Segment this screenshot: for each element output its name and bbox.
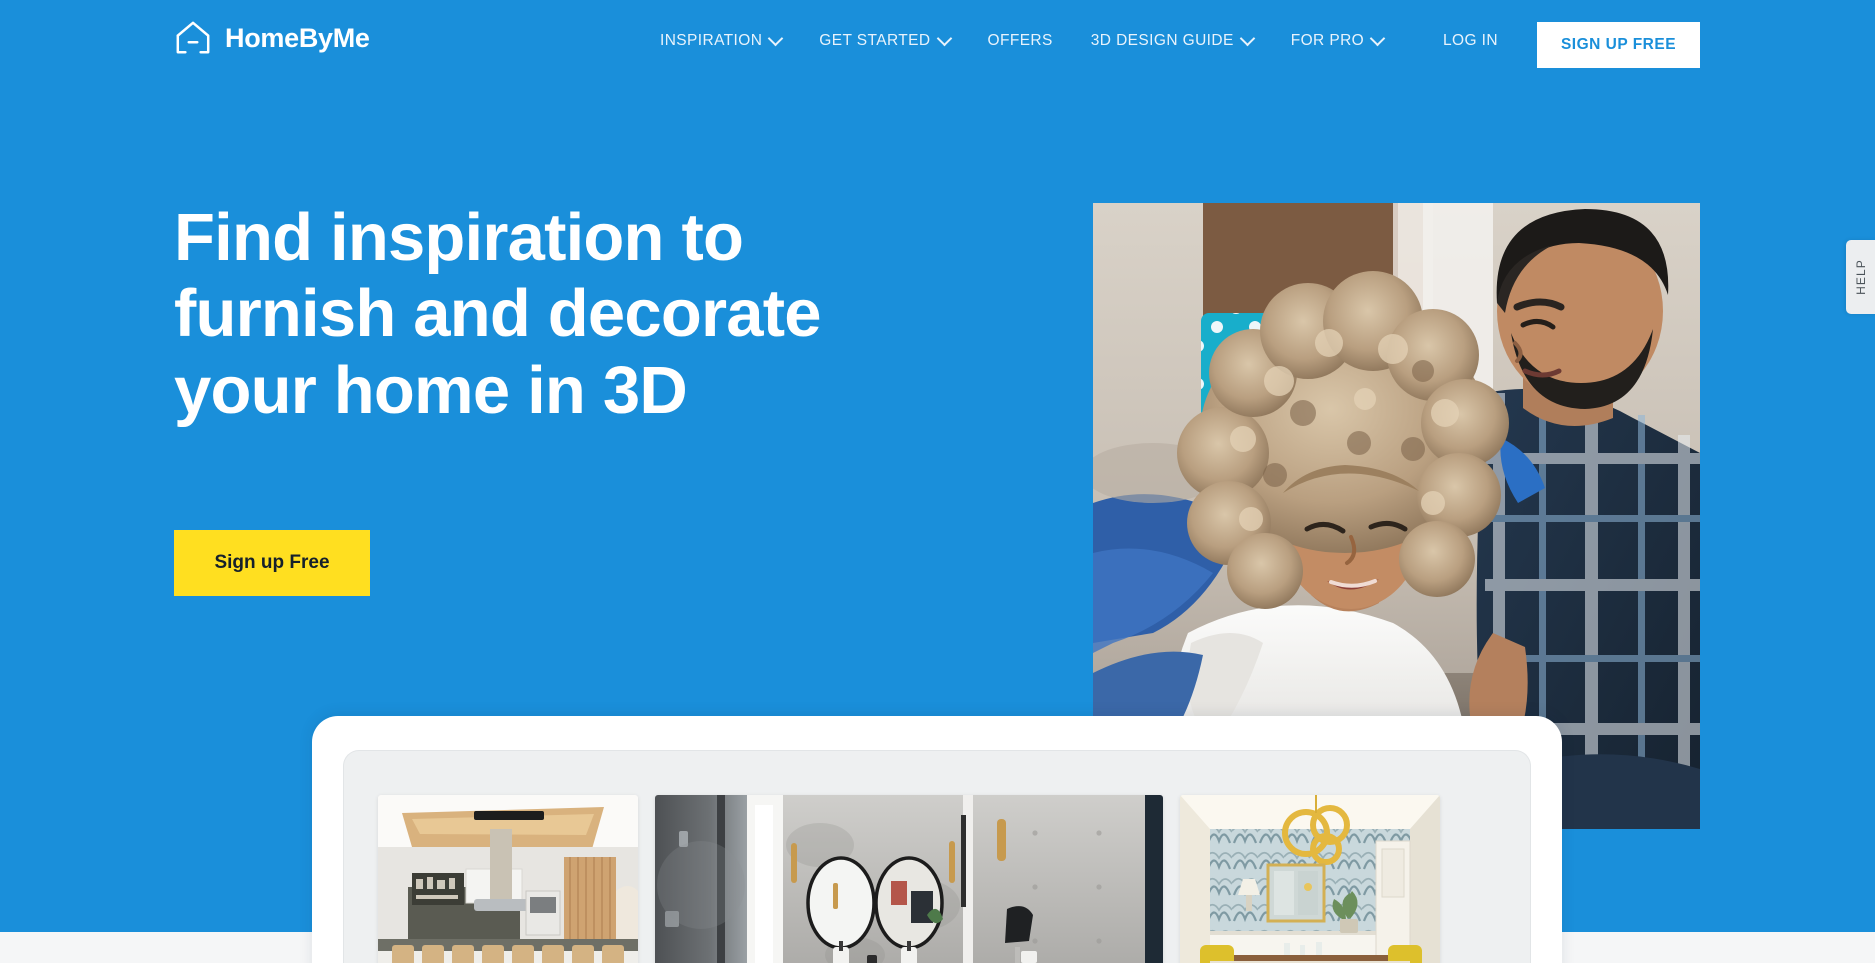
site-header: HomeByMe INSPIRATION GET STARTED OFFERS … xyxy=(0,0,1875,78)
brand-name: HomeByMe xyxy=(225,22,370,53)
page-root: HomeByMe INSPIRATION GET STARTED OFFERS … xyxy=(0,0,1875,963)
login-link[interactable]: LOG IN xyxy=(1443,32,1498,50)
nav-item-label: OFFERS xyxy=(987,32,1053,49)
chevron-down-icon xyxy=(1239,30,1255,46)
gallery-item-kitchen[interactable] xyxy=(378,795,638,963)
device-screen xyxy=(343,750,1531,963)
main-navigation: INSPIRATION GET STARTED OFFERS 3D DESIGN… xyxy=(660,26,1386,56)
help-tab-button[interactable]: HELP xyxy=(1846,240,1875,314)
nav-item-for-pro[interactable]: FOR PRO xyxy=(1290,26,1386,56)
device-mockup xyxy=(312,716,1562,963)
gallery-item-dining-room[interactable] xyxy=(1180,795,1440,963)
brand-logo-link[interactable]: HomeByMe xyxy=(174,19,370,57)
nav-item-label: GET STARTED xyxy=(819,32,931,49)
gallery-item-bathroom[interactable] xyxy=(655,795,1163,963)
inspiration-gallery xyxy=(378,795,1440,963)
chevron-down-icon xyxy=(768,30,784,46)
chevron-down-icon xyxy=(936,30,952,46)
signup-free-button[interactable]: SIGN UP FREE xyxy=(1537,22,1700,68)
nav-item-inspiration[interactable]: INSPIRATION xyxy=(660,26,784,56)
house-outline-icon xyxy=(174,19,212,57)
nav-item-label: INSPIRATION xyxy=(660,32,763,49)
nav-item-label: FOR PRO xyxy=(1290,32,1365,49)
help-tab-label: HELP xyxy=(1853,259,1868,295)
nav-item-offers[interactable]: OFFERS xyxy=(988,26,1053,56)
hero-signup-free-button[interactable]: Sign up Free xyxy=(174,530,370,596)
nav-item-label: 3D DESIGN GUIDE xyxy=(1090,32,1234,49)
chevron-down-icon xyxy=(1369,30,1386,46)
hero-title: Find inspiration to furnish and decorate… xyxy=(174,200,821,428)
nav-item-3d-design-guide[interactable]: 3D DESIGN GUIDE xyxy=(1090,26,1255,56)
nav-item-get-started[interactable]: GET STARTED xyxy=(819,26,952,56)
